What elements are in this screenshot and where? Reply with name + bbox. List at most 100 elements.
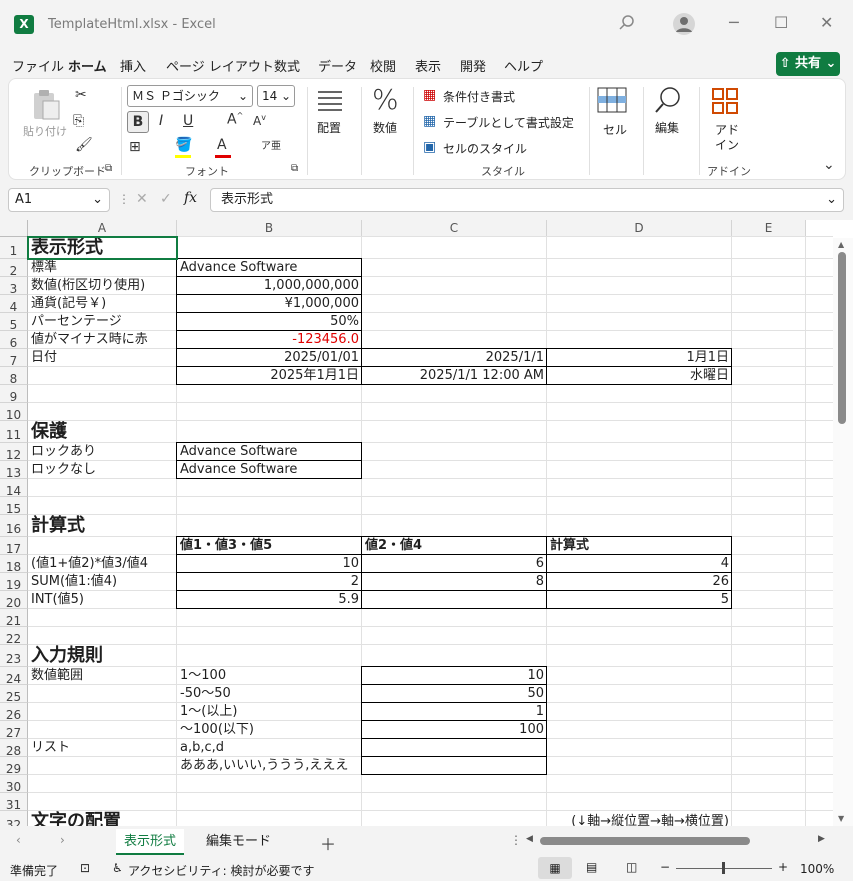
addins-icon[interactable]	[711, 87, 739, 119]
page-layout-view-icon[interactable]: ▤	[586, 860, 597, 874]
name-box[interactable]: A1 ⌄	[8, 188, 110, 212]
horizontal-scroll-thumb[interactable]	[540, 837, 750, 845]
cell-b18[interactable]: 10	[177, 555, 362, 573]
cell-style-icon[interactable]: ▣	[423, 139, 436, 155]
cell-a16[interactable]: 計算式	[28, 515, 177, 537]
row-header-18[interactable]: 18	[0, 555, 28, 574]
copy-icon[interactable]: ⎘	[73, 113, 84, 129]
dialog-launcher-icon[interactable]: ⧉	[105, 163, 112, 174]
cut-icon[interactable]: ✂	[75, 87, 87, 103]
cell-c17[interactable]: 値2・値4	[362, 537, 547, 555]
percent-icon[interactable]: %	[372, 83, 399, 116]
row-header-15[interactable]: 15	[0, 497, 28, 516]
prev-sheet-icon[interactable]: ‹	[16, 833, 21, 847]
cell-d17[interactable]: 計算式	[547, 537, 732, 555]
formula-input[interactable]: 表示形式 ⌄	[210, 188, 844, 212]
row-header-32[interactable]: 32	[0, 811, 28, 826]
cell-a7[interactable]: 日付	[28, 349, 177, 367]
cell-b29[interactable]: あああ,いいい,ううう,えええ	[177, 757, 362, 775]
row-header-7[interactable]: 7	[0, 349, 28, 368]
cell-a4[interactable]: 通貨(記号￥)	[28, 295, 177, 313]
insert-function-icon[interactable]: fx	[184, 190, 197, 206]
worksheet-grid[interactable]: ▲ ▼ A B C D E 1 2 3 4 5 6 7 8 9 10 11 12 13 14 15 16 17 18 19 20…	[0, 220, 853, 826]
row-header-10[interactable]: 10	[0, 403, 28, 422]
format-as-table-button[interactable]: テーブルとして書式設定	[443, 114, 574, 131]
cell-b13[interactable]: Advance Software	[177, 461, 362, 479]
minimize-icon[interactable]: ─	[729, 13, 739, 32]
column-header-c[interactable]: C	[362, 220, 547, 237]
cell-b5[interactable]: 50%	[177, 313, 362, 331]
tab-home[interactable]: ホーム	[68, 56, 107, 81]
row-header-24[interactable]: 24	[0, 667, 28, 686]
next-sheet-icon[interactable]: ›	[60, 833, 65, 847]
alignment-label[interactable]: 配置	[317, 119, 341, 136]
cell-a18[interactable]: (値1+値2)*値3/値4	[28, 555, 177, 573]
cell-c25[interactable]: 50	[362, 685, 547, 703]
row-header-2[interactable]: 2	[0, 259, 28, 278]
cell-c27[interactable]: 100	[362, 721, 547, 739]
row-header-1[interactable]: 1	[0, 237, 28, 259]
cell-d7[interactable]: 1月1日	[547, 349, 732, 367]
row-header-5[interactable]: 5	[0, 313, 28, 332]
tab-formulas[interactable]: 数式	[274, 56, 300, 75]
cell-b26[interactable]: 1～(以上)	[177, 703, 362, 721]
row-header-21[interactable]: 21	[0, 609, 28, 628]
cell-a11[interactable]: 保護	[28, 421, 177, 443]
cell-a32[interactable]: 文字の配置	[28, 811, 177, 826]
accessibility-status[interactable]: アクセシビリティ: 検討が必要です	[128, 862, 315, 879]
cell-a2[interactable]: 標準	[28, 259, 177, 277]
macro-record-icon[interactable]: ⊡	[80, 861, 90, 875]
cell-c18[interactable]: 6	[362, 555, 547, 573]
select-all-button[interactable]	[0, 220, 28, 237]
scroll-right-icon[interactable]: ▶	[818, 834, 825, 844]
bold-button[interactable]: B	[127, 111, 149, 133]
cell-d8[interactable]: 水曜日	[547, 367, 732, 385]
addins-label-2[interactable]: イン	[715, 136, 739, 153]
paste-icon[interactable]	[31, 89, 61, 125]
sheet-tab-edit-mode[interactable]: 編集モード	[198, 829, 279, 855]
format-table-icon[interactable]: ▦	[423, 113, 436, 129]
more-icon[interactable]: ⋮	[118, 192, 130, 206]
conditional-format-icon[interactable]: ▦	[423, 87, 436, 103]
cell-c8[interactable]: 2025/1/1 12:00 AM	[362, 367, 547, 385]
page-break-view-icon[interactable]: ◫	[626, 860, 637, 874]
cell-b24[interactable]: 1～100	[177, 667, 362, 685]
tab-help[interactable]: ヘルプ	[504, 56, 543, 75]
italic-button[interactable]: I	[159, 113, 163, 129]
cell-b4[interactable]: ¥1,000,000	[177, 295, 362, 313]
row-header-11[interactable]: 11	[0, 421, 28, 443]
font-color-icon[interactable]: A	[217, 137, 227, 153]
find-icon[interactable]	[653, 85, 683, 119]
column-header-d[interactable]: D	[547, 220, 732, 237]
cells-label[interactable]: セル	[603, 121, 627, 138]
tab-review[interactable]: 校閲	[370, 56, 396, 75]
cell-a28[interactable]: リスト	[28, 739, 177, 757]
cell-a12[interactable]: ロックあり	[28, 443, 177, 461]
cell-d18[interactable]: 4	[547, 555, 732, 573]
cell-b25[interactable]: -50～50	[177, 685, 362, 703]
fill-color-icon[interactable]: 🪣	[175, 137, 192, 153]
phonetic-icon[interactable]: ア亜	[261, 137, 281, 152]
format-painter-icon[interactable]: 🖌	[75, 137, 93, 153]
zoom-in-icon[interactable]: +	[778, 860, 788, 874]
row-header-25[interactable]: 25	[0, 685, 28, 704]
close-icon[interactable]: ✕	[820, 13, 833, 32]
cell-c24[interactable]: 10	[362, 667, 547, 685]
row-header-31[interactable]: 31	[0, 793, 28, 812]
cell-b12[interactable]: Advance Software	[177, 443, 362, 461]
cell-c19[interactable]: 8	[362, 573, 547, 591]
enter-icon[interactable]: ✓	[160, 191, 172, 207]
row-header-8[interactable]: 8	[0, 367, 28, 386]
share-button[interactable]: ⇧ 共有 ⌄	[776, 52, 840, 76]
cell-b6[interactable]: -123456.0	[177, 331, 362, 349]
row-header-26[interactable]: 26	[0, 703, 28, 722]
cell-c7[interactable]: 2025/1/1	[362, 349, 547, 367]
row-header-13[interactable]: 13	[0, 461, 28, 480]
cells-icon[interactable]	[597, 87, 627, 117]
cell-a1[interactable]: 表示形式	[28, 237, 177, 259]
column-header-b[interactable]: B	[177, 220, 362, 237]
zoom-out-icon[interactable]: −	[660, 860, 670, 874]
row-header-17[interactable]: 17	[0, 537, 28, 556]
cell-b2[interactable]: Advance Software	[177, 259, 362, 277]
font-name-select[interactable]: ＭＳ Ｐゴシック ⌄	[127, 85, 253, 107]
